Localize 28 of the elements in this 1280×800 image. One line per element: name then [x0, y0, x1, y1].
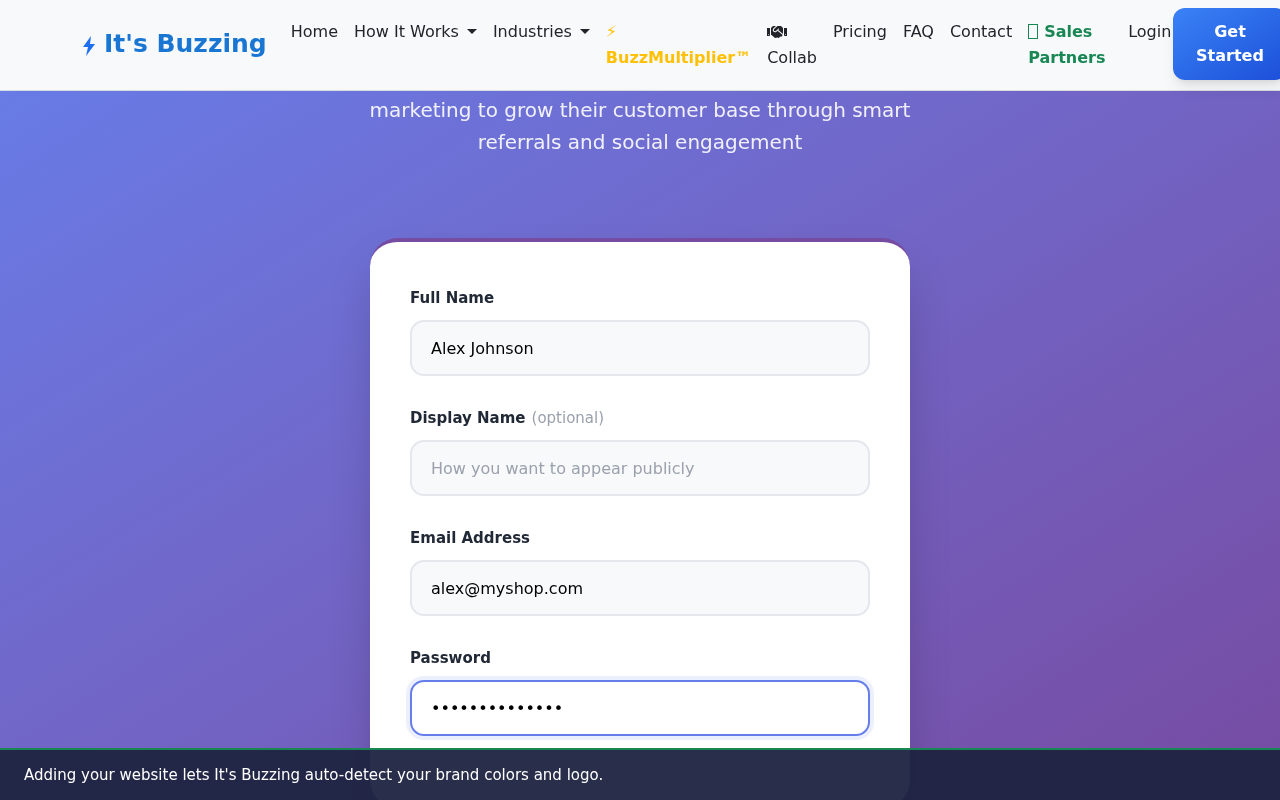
field-label: Full Name [410, 289, 495, 307]
input-field[interactable]: How you want to appear publicly [410, 440, 870, 496]
input-field[interactable]: •••••••••••••• [410, 680, 870, 736]
lightning-icon [82, 36, 96, 56]
caret-icon [579, 29, 590, 35]
nav-link[interactable]: Collab [767, 19, 817, 71]
handshake-icon [767, 23, 788, 41]
toast-message: Adding your website lets It's Buzzing auto-detect your brand colors and logo. [24, 764, 604, 786]
nav-dropdown[interactable]: Industries [492, 19, 590, 45]
field-label: Email Address [410, 529, 530, 547]
optional-note: (optional) [531, 409, 605, 427]
nav-dropdown[interactable]: How It Works [353, 19, 477, 45]
brand-logo[interactable]: It's Buzzing [82, 28, 267, 60]
get-started-button[interactable]: Get Started [1173, 8, 1280, 80]
nav-link[interactable]: FAQ [902, 19, 934, 45]
hero-subtitle: referrals and social engagement [477, 129, 803, 156]
nav-link[interactable]: Contact [949, 19, 1013, 45]
missing-glyph-icon [1028, 24, 1039, 39]
field-label: Display Name [410, 409, 526, 427]
field-label: Password [410, 649, 491, 667]
input-field[interactable]: alex@myshop.com [410, 560, 870, 616]
nav-link[interactable]: Pricing [833, 19, 887, 45]
nav-link[interactable]: Sales Partners [1028, 19, 1113, 71]
input-field[interactable]: Alex Johnson [410, 320, 870, 376]
nav-link[interactable]: Login [1128, 19, 1172, 45]
caret-icon [466, 29, 477, 35]
hero-subtitle: marketing to grow their customer base through smart [369, 97, 911, 124]
nav-link[interactable]: Home [290, 19, 338, 45]
